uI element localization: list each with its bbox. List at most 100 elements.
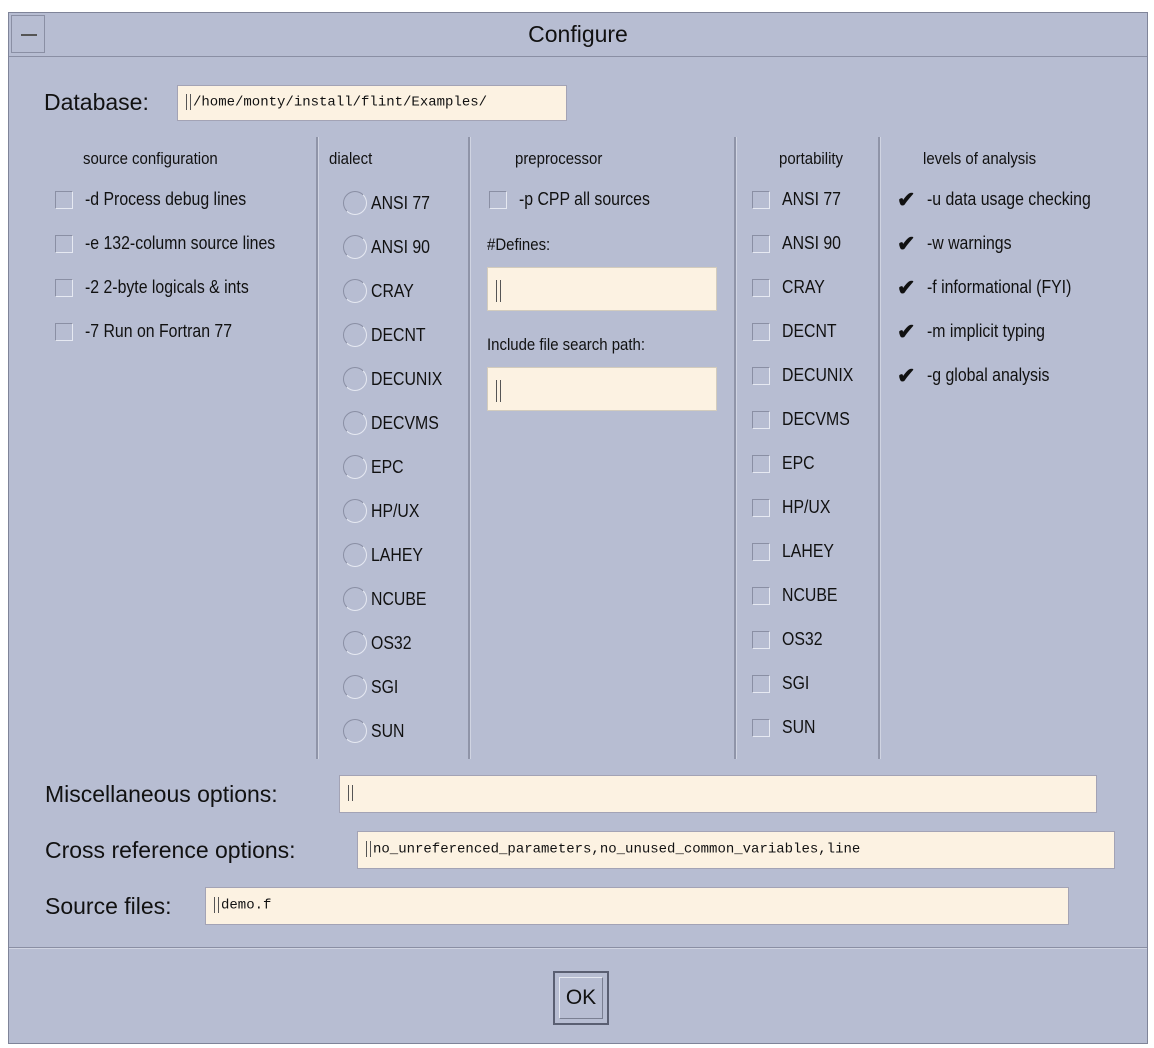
cpp-option[interactable]: -p CPP all sources [489,189,668,210]
radio-button[interactable] [343,279,367,303]
portability-option[interactable]: ANSI 90 [752,233,849,254]
radio-button[interactable] [343,587,367,611]
portability-option[interactable]: DECVMS [752,409,859,430]
checkbox[interactable] [752,718,770,737]
radio-button[interactable] [343,367,367,391]
text-cursor-icon [214,897,219,913]
dialect-option[interactable]: NCUBE [343,587,434,611]
configure-window: Configure Database: /home/monty/install/… [8,12,1148,1044]
checkbox[interactable] [752,586,770,605]
dialect-option[interactable]: SUN [343,719,409,743]
portability-option[interactable]: DECUNIX [752,365,863,386]
radio-button[interactable] [343,455,367,479]
portability-option[interactable]: DECNT [752,321,844,342]
option-label: DECNT [371,324,426,345]
analysis-item[interactable]: ✔ -g global analysis [897,364,1066,386]
portability-option[interactable]: NCUBE [752,585,845,606]
source-files-input[interactable]: demo.f [205,887,1069,925]
radio-button[interactable] [343,323,367,347]
checkbox[interactable] [55,234,73,253]
source-config-item[interactable]: -2 2-byte logicals & ints [55,277,271,298]
checkmark-icon[interactable]: ✔ [897,188,915,210]
radio-button[interactable] [343,235,367,259]
dialect-option[interactable]: DECUNIX [343,367,452,391]
portability-header: portability [779,149,844,168]
checkbox[interactable] [752,278,770,297]
radio-button[interactable] [343,719,367,743]
title-bar: Configure [9,13,1147,57]
radio-button[interactable] [343,411,367,435]
checkbox[interactable] [752,454,770,473]
option-label: ANSI 90 [371,236,431,257]
checkbox[interactable] [55,190,73,209]
misc-options-label: Miscellaneous options: [45,781,278,807]
portability-option[interactable]: EPC [752,453,819,474]
checkmark-icon[interactable]: ✔ [897,320,915,342]
checkbox[interactable] [489,190,507,209]
dialect-option[interactable]: DECVMS [343,411,448,435]
checkmark-icon[interactable]: ✔ [897,364,915,386]
checkbox[interactable] [752,322,770,341]
radio-button[interactable] [343,543,367,567]
radio-button[interactable] [343,499,367,523]
checkbox[interactable] [752,366,770,385]
text-cursor-icon [496,380,501,402]
dialect-option[interactable]: CRAY [343,279,420,303]
text-cursor-icon [186,94,191,110]
dialect-option[interactable]: HP/UX [343,499,426,523]
analysis-header: levels of analysis [923,149,1037,168]
portability-option[interactable]: SUN [752,717,820,738]
dialect-option[interactable]: DECNT [343,323,433,347]
dialect-option[interactable]: SGI [343,675,402,699]
portability-option[interactable]: ANSI 77 [752,189,849,210]
checkbox[interactable] [55,278,73,297]
include-path-input[interactable] [487,367,717,411]
dialect-option[interactable]: OS32 [343,631,417,655]
database-field[interactable]: /home/monty/install/flint/Examples/ [177,85,567,121]
checkmark-icon[interactable]: ✔ [897,276,915,298]
analysis-item[interactable]: ✔ -m implicit typing [897,320,1061,342]
item-label: -m implicit typing [927,321,1045,341]
checkbox[interactable] [752,542,770,561]
portability-option[interactable]: CRAY [752,277,831,298]
portability-option[interactable]: OS32 [752,629,828,650]
dialect-option[interactable]: LAHEY [343,543,430,567]
dialect-option[interactable]: EPC [343,455,408,479]
divider [878,137,881,759]
checkbox[interactable] [55,322,73,341]
xref-options-label: Cross reference options: [45,837,296,863]
analysis-item[interactable]: ✔ -u data usage checking [897,188,1113,210]
xref-options-input[interactable]: no_unreferenced_parameters,no_unused_com… [357,831,1115,869]
database-label: Database: [44,89,149,115]
portability-option[interactable]: SGI [752,673,813,694]
ok-button[interactable]: OK [553,971,609,1025]
source-config-item[interactable]: -d Process debug lines [55,189,268,210]
item-label: -7 Run on Fortran 77 [85,321,233,341]
checkbox[interactable] [752,498,770,517]
source-files-value: demo.f [221,897,272,914]
checkbox[interactable] [752,674,770,693]
portability-option[interactable]: HP/UX [752,497,837,518]
option-label: CRAY [782,277,825,297]
source-config-item[interactable]: -7 Run on Fortran 77 [55,321,252,342]
radio-button[interactable] [343,191,367,215]
checkbox[interactable] [752,190,770,209]
include-path-label: Include file search path: [487,335,646,354]
preprocessor-header: preprocessor [515,149,603,168]
source-config-item[interactable]: -e 132-column source lines [55,233,301,254]
analysis-item[interactable]: ✔ -w warnings [897,232,1023,254]
dialect-option[interactable]: ANSI 77 [343,191,438,215]
portability-option[interactable]: LAHEY [752,541,841,562]
defines-label: #Defines: [487,235,551,254]
radio-button[interactable] [343,631,367,655]
misc-options-input[interactable] [339,775,1097,813]
checkbox[interactable] [752,234,770,253]
checkbox[interactable] [752,630,770,649]
text-cursor-icon [366,841,371,857]
analysis-item[interactable]: ✔ -f informational (FYI) [897,276,1091,298]
radio-button[interactable] [343,675,367,699]
defines-input[interactable] [487,267,717,311]
dialect-option[interactable]: ANSI 90 [343,235,438,259]
checkmark-icon[interactable]: ✔ [897,232,915,254]
checkbox[interactable] [752,410,770,429]
